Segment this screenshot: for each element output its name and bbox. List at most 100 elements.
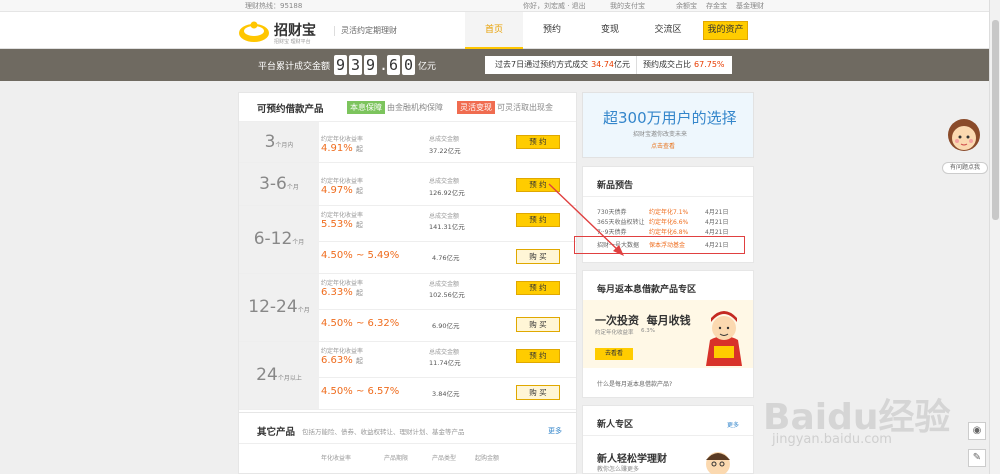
stat-7day-label: 过去7日通过预约方式成交 xyxy=(495,60,589,69)
digit: 9 xyxy=(364,55,377,75)
monthly-banner[interactable]: 一次投资 每月收钱 约定年化收益率 6.3% 去看看 xyxy=(583,300,753,368)
divider xyxy=(319,241,576,242)
digit-dot: . xyxy=(379,56,389,74)
nav-home[interactable]: 首页 xyxy=(465,12,523,49)
rate-label: 约定年化收益率 xyxy=(321,348,364,355)
list-item[interactable]: 365天收益权转让 约定年化6.6% 4月21日 xyxy=(597,218,747,228)
divider xyxy=(319,377,576,378)
hotline: 理财热线：95188 xyxy=(245,2,303,10)
rate-unit: 起 xyxy=(355,187,363,195)
rate: 6.63% 起 xyxy=(321,355,363,366)
item-rate: 约定年化7.1% xyxy=(649,209,689,216)
rate-unit: 起 xyxy=(355,145,363,153)
nav-reserve[interactable]: 预约 xyxy=(523,12,581,49)
reserve-button[interactable]: 预 约 xyxy=(516,281,560,295)
buy-button[interactable]: 购 买 xyxy=(516,385,560,400)
yuebao-link[interactable]: 余额宝 xyxy=(676,0,697,12)
digit: 9 xyxy=(334,55,347,75)
mascot-icon[interactable] xyxy=(946,115,982,159)
rate-value: 5.53% xyxy=(321,219,353,230)
scroll-thumb[interactable] xyxy=(992,20,999,220)
top-bar: 理财热线：95188 你好，刘宏威 · 退出 我的支付宝 余额宝 存金宝 基金理… xyxy=(0,0,1000,12)
term: 24 xyxy=(256,365,278,385)
stat-7day-value: 34.74 xyxy=(591,60,614,69)
col-type: 产品类型 xyxy=(432,455,457,462)
help-label[interactable]: 有问题点我 xyxy=(942,162,988,174)
cunjinbao-link[interactable]: 存金宝 xyxy=(706,0,727,12)
newbie-sub: 教你怎么赚更多 xyxy=(597,466,640,473)
reserve-button[interactable]: 预 约 xyxy=(516,349,560,363)
newbie-more-link[interactable]: 更多 xyxy=(727,420,739,429)
divider xyxy=(239,443,576,444)
stats-label: 平台累计成交金额 xyxy=(258,62,331,72)
amount: 37.22亿元 xyxy=(429,147,461,155)
tag-guarantee-desc: 由金融机构保障 xyxy=(387,103,443,112)
monthly-panel: 每月返本息借款产品专区 一次投资 每月收钱 约定年化收益率 6.3% 去看看 什… xyxy=(582,270,754,398)
promo-banner[interactable]: 超300万用户的选择 招财宝邀你改变未来 点击查看 xyxy=(582,92,754,158)
rate-label: 约定年化收益率 xyxy=(321,280,364,287)
stat-ratio-value: 67.75% xyxy=(694,60,725,69)
divider xyxy=(583,196,753,197)
term-unit: 个月以上 xyxy=(277,375,302,382)
rate-unit: 起 xyxy=(355,289,363,297)
monthly-title: 每月返本息借款产品专区 xyxy=(597,285,697,295)
reserve-button[interactable]: 预 约 xyxy=(516,213,560,227)
nav-cashout[interactable]: 变现 xyxy=(581,12,639,49)
col-min: 起购金额 xyxy=(475,455,500,462)
main-nav: 首页 预约 变现 交流区 xyxy=(465,12,697,49)
go-see-button[interactable]: 去看看 xyxy=(595,348,633,360)
rate: 4.97% 起 xyxy=(321,185,363,196)
divider xyxy=(636,56,637,74)
logo-sub: 招财宝 理财平台 xyxy=(274,39,311,45)
other-more-link[interactable]: 更多 xyxy=(548,426,562,436)
logo-text: 招财宝 xyxy=(274,23,316,39)
location-icon[interactable]: ◉ xyxy=(968,422,986,440)
term-cell: 3个月内 xyxy=(239,122,319,162)
reserve-button[interactable]: 预 约 xyxy=(516,178,560,192)
edit-icon[interactable]: ✎ xyxy=(968,449,986,467)
monthly-headline: 一次投资 每月收钱 xyxy=(595,314,691,327)
digit: 0 xyxy=(402,55,415,75)
product-row: 12-24个月 约定年化收益率 6.33% 起 总成交金额 102.56亿元 预… xyxy=(239,274,576,342)
monthly-question[interactable]: 什么是每月返本息借款产品? xyxy=(597,379,672,388)
rate: 6.33% 起 xyxy=(321,287,363,298)
alipay-link[interactable]: 我的支付宝 xyxy=(610,0,645,12)
product-row: 3-6个月 约定年化收益率 4.97% 起 总成交金额 126.92亿元 预 约 xyxy=(239,163,576,206)
rate-label: 约定年化收益率 xyxy=(321,178,364,185)
buy-button[interactable]: 购 买 xyxy=(516,249,560,264)
logo[interactable]: 招财宝 招财宝 理财平台 xyxy=(238,18,328,45)
rate-unit: 起 xyxy=(355,221,363,229)
tag-flexible: 灵活变现 xyxy=(457,101,495,114)
item-rate: 约定年化6.6% xyxy=(649,219,689,226)
product-row: 6-12个月 约定年化收益率 5.53% 起 总成交金额 141.31亿元 预 … xyxy=(239,206,576,274)
products-header: 可预约借款产品 本息保障 由金融机构保障 灵活变现 可灵活取出现金 xyxy=(239,93,576,122)
term: 3-6 xyxy=(259,174,287,194)
buy-amount: 6.90亿元 xyxy=(432,322,460,330)
fund-link[interactable]: 基金理财 xyxy=(736,0,764,12)
rate: 5.53% 起 xyxy=(321,219,363,230)
my-asset-button[interactable]: 我的资产 xyxy=(703,21,748,40)
user-links[interactable]: 你好，刘宏威 · 退出 xyxy=(523,0,586,12)
rate-label: 约定年化收益率 xyxy=(321,212,364,219)
products-title: 可预约借款产品 xyxy=(257,104,324,115)
rate-value: 6.33% xyxy=(321,287,353,298)
banner-link[interactable]: 点击查看 xyxy=(651,141,675,150)
reserve-button[interactable]: 预 约 xyxy=(516,135,560,149)
divider xyxy=(319,309,576,310)
nav-forum[interactable]: 交流区 xyxy=(639,12,697,49)
rate-value: 6.63% xyxy=(321,355,353,366)
term-unit: 个月内 xyxy=(275,142,294,149)
term: 6-12 xyxy=(253,229,293,249)
cartoon-face-icon xyxy=(706,452,730,474)
annotation-box xyxy=(574,236,745,254)
cartoon-figure-icon xyxy=(706,311,742,366)
rate-value: 4.97% xyxy=(321,185,353,196)
buy-button[interactable]: 购 买 xyxy=(516,317,560,332)
rate-label: 约定年化收益率 xyxy=(321,136,364,143)
scrollbar[interactable] xyxy=(989,0,1000,474)
divider xyxy=(583,435,753,436)
col-rate: 年化收益率 xyxy=(321,455,352,462)
rate-value: 4.91% xyxy=(321,143,353,154)
buy-amount: 3.84亿元 xyxy=(432,390,460,398)
list-item[interactable]: 730天债券 约定年化7.1% 4月21日 xyxy=(597,208,747,218)
